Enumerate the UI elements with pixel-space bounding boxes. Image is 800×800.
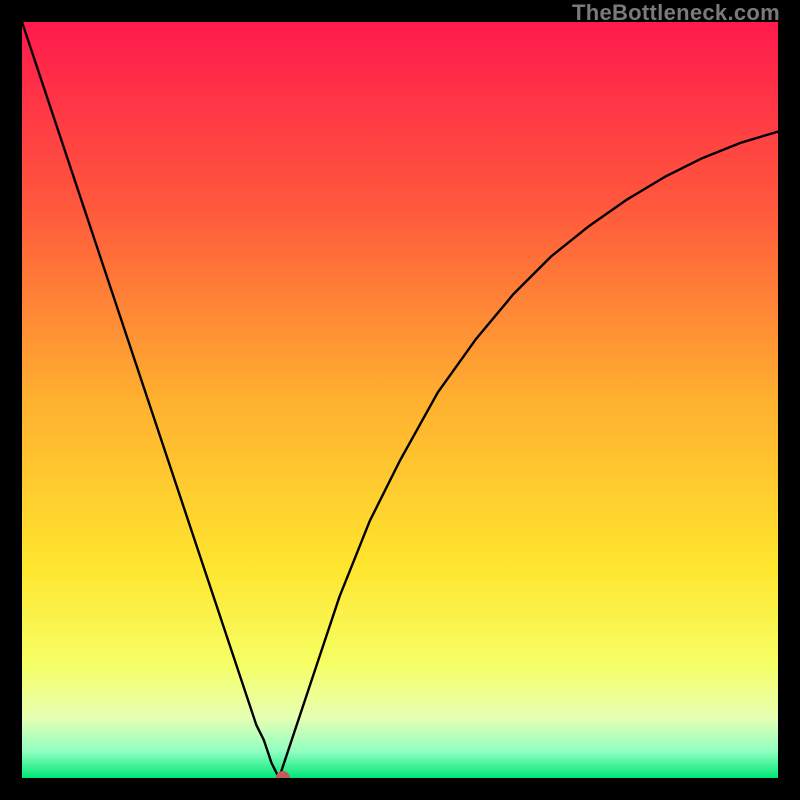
bottleneck-chart xyxy=(22,22,778,778)
gradient-background xyxy=(22,22,778,778)
watermark-text: TheBottleneck.com xyxy=(572,0,780,26)
chart-frame: TheBottleneck.com xyxy=(0,0,800,800)
